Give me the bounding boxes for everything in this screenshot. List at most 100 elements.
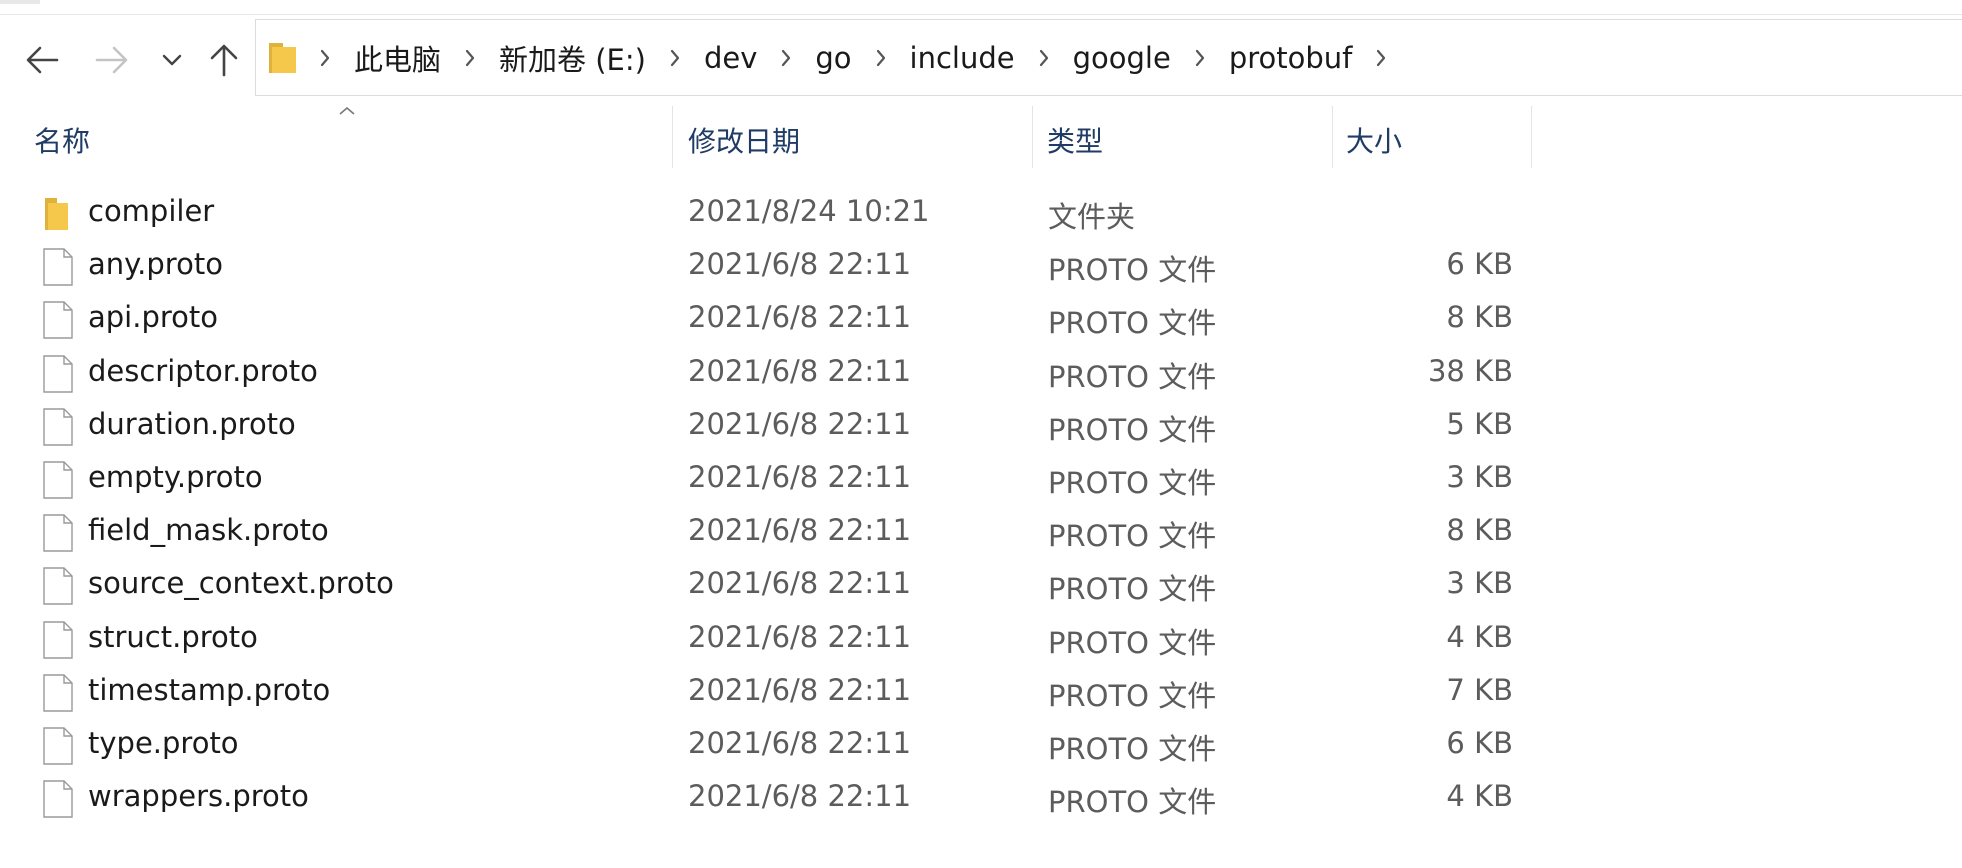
file-date: 2021/6/8 22:11	[688, 247, 912, 282]
file-icon	[38, 300, 78, 340]
file-name: timestamp.proto	[88, 672, 331, 707]
file-size: 8 KB	[1446, 300, 1513, 335]
back-button[interactable]	[18, 38, 66, 82]
address-bar[interactable]: 此电脑 新加卷 (E:) dev go include google protobuf	[255, 19, 1962, 96]
breadcrumb-chevron-icon[interactable]	[658, 48, 692, 68]
file-name: duration.proto	[88, 406, 296, 441]
breadcrumb-item[interactable]: 新加卷 (E:)	[487, 37, 658, 79]
column-header-name[interactable]: 名称	[34, 112, 664, 168]
file-icon	[38, 407, 78, 447]
file-row[interactable]: timestamp.proto 2021/6/8 22:11 PROTO 文件 7 K…	[0, 665, 1962, 718]
file-size: 8 KB	[1446, 513, 1513, 548]
file-name: wrappers.proto	[88, 779, 309, 814]
file-icon	[38, 673, 78, 713]
column-header-type[interactable]: 类型	[1047, 112, 1332, 168]
breadcrumb-item[interactable]: google	[1061, 41, 1183, 75]
file-icon	[38, 247, 78, 287]
file-date: 2021/6/8 22:11	[688, 300, 912, 335]
file-icon	[38, 566, 78, 606]
file-name: any.proto	[88, 247, 223, 282]
file-date: 2021/8/24 10:21	[688, 194, 930, 228]
breadcrumb-chevron-icon[interactable]	[769, 48, 803, 68]
breadcrumb-item[interactable]: go	[803, 41, 863, 75]
file-type: PROTO 文件	[1048, 731, 1217, 766]
file-icon	[38, 779, 78, 819]
file-row[interactable]: field_mask.proto 2021/6/8 22:11 PROTO 文件 8 …	[0, 505, 1962, 558]
column-divider[interactable]	[1032, 106, 1033, 168]
file-name: compiler	[88, 194, 215, 228]
file-icon	[38, 726, 78, 766]
breadcrumb-chevron-icon[interactable]	[1364, 48, 1398, 68]
breadcrumb-item[interactable]: include	[898, 41, 1027, 75]
breadcrumb-chevron-icon[interactable]	[453, 48, 487, 68]
title-strip-nub	[0, 0, 40, 4]
file-type: PROTO 文件	[1048, 785, 1217, 820]
file-row[interactable]: any.proto 2021/6/8 22:11 PROTO 文件 6 KB	[0, 239, 1962, 292]
file-name: descriptor.proto	[88, 353, 318, 388]
forward-arrow-icon	[95, 46, 128, 74]
file-size: 6 KB	[1446, 725, 1513, 760]
file-date: 2021/6/8 22:11	[688, 459, 912, 494]
column-header-date[interactable]: 修改日期	[688, 112, 1033, 168]
file-row[interactable]: type.proto 2021/6/8 22:11 PROTO 文件 6 KB	[0, 718, 1962, 771]
breadcrumb-chevron-icon[interactable]	[1183, 48, 1217, 68]
forward-button[interactable]	[88, 38, 136, 82]
file-icon	[38, 620, 78, 660]
file-icon	[38, 460, 78, 500]
file-row[interactable]: api.proto 2021/6/8 22:11 PROTO 文件 8 KB	[0, 292, 1962, 345]
folder-icon	[38, 194, 78, 234]
window-top-strip	[0, 0, 1962, 15]
file-type: PROTO 文件	[1048, 359, 1217, 394]
file-name: field_mask.proto	[88, 513, 329, 548]
file-type: PROTO 文件	[1048, 678, 1217, 713]
column-header-size[interactable]: 大小	[1346, 112, 1531, 168]
file-size: 3 KB	[1446, 459, 1513, 494]
back-arrow-icon	[26, 46, 59, 74]
file-size: 7 KB	[1446, 672, 1513, 707]
breadcrumb-chevron-icon[interactable]	[308, 48, 342, 68]
file-date: 2021/6/8 22:11	[688, 779, 912, 814]
breadcrumb-item[interactable]: 此电脑	[342, 37, 453, 79]
folder-icon	[269, 42, 296, 73]
file-type: PROTO 文件	[1048, 625, 1217, 660]
breadcrumb-item[interactable]: dev	[692, 41, 769, 75]
chevron-down-icon	[162, 54, 182, 66]
file-name: api.proto	[88, 300, 219, 335]
recent-locations-button[interactable]	[152, 38, 192, 82]
file-icon	[38, 513, 78, 553]
file-icon	[38, 354, 78, 394]
file-date: 2021/6/8 22:11	[688, 353, 912, 388]
file-row[interactable]: compiler 2021/8/24 10:21 文件夹	[0, 186, 1962, 239]
file-row[interactable]: struct.proto 2021/6/8 22:11 PROTO 文件 4 KB	[0, 612, 1962, 665]
file-size: 5 KB	[1446, 406, 1513, 441]
file-type: PROTO 文件	[1048, 253, 1217, 288]
file-list: compiler 2021/8/24 10:21 文件夹 any.proto 2021/…	[0, 186, 1962, 824]
file-row[interactable]: descriptor.proto 2021/6/8 22:11 PROTO 文件 38…	[0, 346, 1962, 399]
file-date: 2021/6/8 22:11	[688, 406, 912, 441]
file-row[interactable]: wrappers.proto 2021/6/8 22:11 PROTO 文件 4 KB	[0, 771, 1962, 824]
column-divider[interactable]	[1531, 106, 1532, 168]
breadcrumb-item[interactable]: protobuf	[1217, 41, 1365, 75]
file-date: 2021/6/8 22:11	[688, 619, 912, 654]
breadcrumb-chevron-icon[interactable]	[1027, 48, 1061, 68]
breadcrumb-chevron-icon[interactable]	[864, 48, 898, 68]
file-date: 2021/6/8 22:11	[688, 672, 912, 707]
up-button[interactable]	[200, 38, 248, 82]
file-row[interactable]: empty.proto 2021/6/8 22:11 PROTO 文件 3 KB	[0, 452, 1962, 505]
file-row[interactable]: source_context.proto 2021/6/8 22:11 PROTO …	[0, 558, 1962, 611]
column-divider[interactable]	[672, 106, 673, 168]
file-type: PROTO 文件	[1048, 465, 1217, 500]
file-name: struct.proto	[88, 619, 258, 654]
file-type: PROTO 文件	[1048, 519, 1217, 554]
file-type: PROTO 文件	[1048, 412, 1217, 447]
file-date: 2021/6/8 22:11	[688, 725, 912, 760]
file-date: 2021/6/8 22:11	[688, 566, 912, 601]
file-size: 4 KB	[1446, 619, 1513, 654]
file-name: type.proto	[88, 725, 239, 760]
column-divider[interactable]	[1332, 106, 1333, 168]
file-size: 6 KB	[1446, 247, 1513, 282]
file-type: PROTO 文件	[1048, 306, 1217, 341]
file-row[interactable]: duration.proto 2021/6/8 22:11 PROTO 文件 5 KB	[0, 399, 1962, 452]
file-type: PROTO 文件	[1048, 572, 1217, 607]
file-date: 2021/6/8 22:11	[688, 513, 912, 548]
